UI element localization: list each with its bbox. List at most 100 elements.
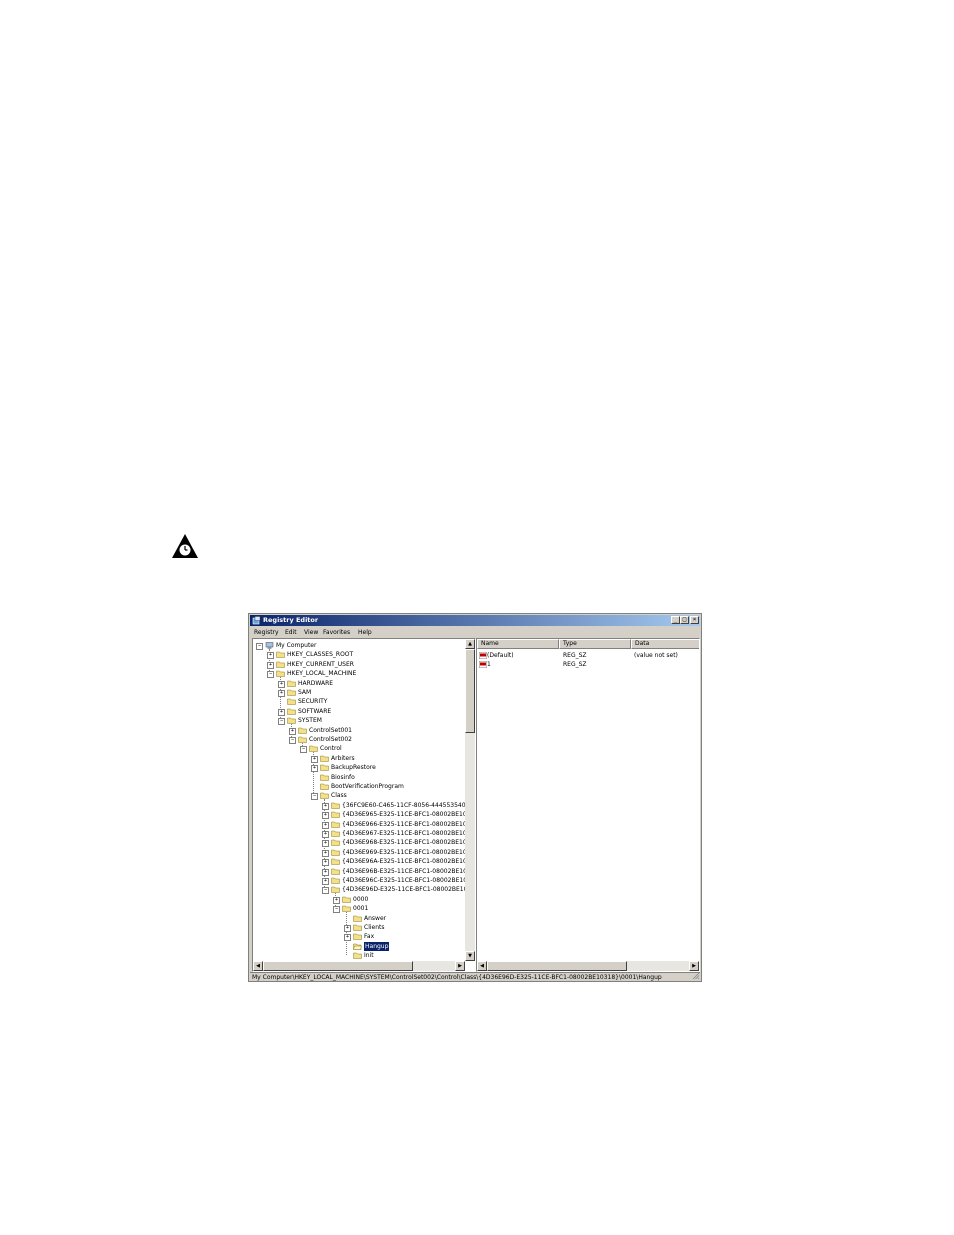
tree-horizontal-scrollbar[interactable]: ◀ ▶ — [253, 961, 465, 971]
scroll-down-button[interactable]: ▼ — [465, 951, 475, 961]
collapse-toggle[interactable]: − — [333, 906, 340, 914]
tree-node-label: {4D36E96D-E325-11CE-BFC1-08002BE10 — [342, 886, 468, 894]
tree-node-label: HKEY_CURRENT_USER — [287, 660, 354, 668]
tree-node-label: {4D36E965-E325-11CE-BFC1-08002BE10 — [342, 811, 467, 819]
expand-toggle[interactable]: + — [322, 840, 329, 848]
folder-icon — [331, 868, 340, 875]
tree-node-label: BootVerificationProgram — [331, 783, 404, 790]
menu-bar: Registry Edit View Favorites Help — [250, 627, 700, 637]
column-header-type[interactable]: Type — [559, 639, 631, 649]
folder-icon — [320, 774, 329, 781]
string-value-icon — [479, 652, 487, 659]
value-name: (Default) — [487, 652, 514, 659]
tree-node-label: Answer — [364, 914, 387, 922]
tree-vertical-scrollbar[interactable]: ▲ ▼ — [465, 639, 475, 961]
menu-help[interactable]: Help — [358, 629, 372, 636]
menu-edit[interactable]: Edit — [285, 629, 297, 636]
folder-icon — [353, 915, 362, 922]
tree-node-label: SAM — [298, 689, 312, 696]
menu-registry[interactable]: Registry — [254, 629, 279, 636]
collapse-toggle[interactable]: − — [278, 718, 285, 726]
tree-node-label: SECURITY — [298, 698, 328, 706]
status-path: My Computer\HKEY_LOCAL_MACHINE\SYSTEM\Co… — [252, 974, 662, 981]
collapse-toggle[interactable]: − — [289, 737, 296, 744]
expand-toggle[interactable]: + — [344, 934, 351, 942]
expand-toggle[interactable]: + — [311, 755, 318, 763]
values-list-pane[interactable]: Name Type Data (Default) REG_SZ (value n… — [476, 638, 700, 972]
expand-toggle[interactable]: + — [267, 661, 274, 669]
folder-icon — [353, 934, 362, 941]
title-bar[interactable]: Registry Editor _ □ × — [250, 615, 700, 626]
tree-node-label: {36FC9E60-C465-11CF-8056-444553540 — [342, 801, 466, 809]
expand-toggle[interactable]: + — [278, 690, 285, 697]
scroll-up-button[interactable]: ▲ — [465, 639, 475, 649]
value-row[interactable]: 1 REG_SZ — [477, 660, 699, 669]
resize-grip-icon[interactable] — [692, 972, 700, 980]
collapse-toggle[interactable]: − — [322, 887, 329, 895]
column-header-name[interactable]: Name — [477, 639, 559, 649]
expand-toggle[interactable]: + — [311, 765, 318, 773]
folder-icon — [287, 689, 296, 696]
tree-node-label: SYSTEM — [298, 717, 322, 725]
collapse-toggle[interactable]: − — [300, 746, 307, 754]
column-header-data[interactable]: Data — [631, 639, 699, 649]
expand-toggle[interactable]: + — [333, 896, 340, 904]
key-tree-pane[interactable]: − My Computer + HKEY_CLASSES_ROOT + HKEY_CURR… — [252, 638, 476, 972]
computer-icon — [265, 642, 274, 649]
folder-icon — [353, 952, 362, 959]
scroll-thumb-horizontal[interactable] — [263, 961, 413, 971]
list-horizontal-scrollbar[interactable]: ◀ ▶ — [477, 961, 699, 971]
tree-node-label: {4D36E96C-E325-11CE-BFC1-08002BE10 — [342, 877, 468, 884]
registry-editor-window: Registry Editor _ □ × Registry Edit View… — [248, 613, 702, 982]
tree-node-label: 0000 — [353, 895, 369, 903]
value-data: (value not set) — [634, 652, 678, 659]
menu-favorites[interactable]: Favorites — [323, 629, 350, 636]
expand-toggle[interactable]: + — [322, 831, 329, 838]
expand-toggle[interactable]: + — [322, 802, 329, 810]
tree-node-label: Control — [320, 745, 342, 753]
expand-toggle[interactable]: + — [322, 812, 329, 820]
scroll-right-button[interactable]: ▶ — [689, 961, 699, 971]
collapse-toggle[interactable]: − — [267, 671, 274, 679]
expand-toggle[interactable]: + — [322, 821, 329, 829]
open-folder-icon — [353, 943, 362, 950]
folder-icon — [331, 830, 340, 837]
tree-node-label: {4D36E969-E325-11CE-BFC1-08002BE10 — [342, 848, 467, 856]
tree-node-label: HKEY_LOCAL_MACHINE — [287, 670, 357, 678]
expand-toggle[interactable]: + — [322, 849, 329, 857]
menu-view[interactable]: View — [304, 629, 318, 636]
expand-toggle[interactable]: + — [322, 859, 329, 867]
expand-toggle[interactable]: + — [344, 925, 351, 932]
minimize-button[interactable]: _ — [671, 616, 680, 624]
scroll-right-button[interactable]: ▶ — [455, 961, 465, 971]
value-type: REG_SZ — [563, 652, 587, 659]
folder-icon — [331, 840, 340, 847]
expand-toggle[interactable]: + — [322, 878, 329, 885]
close-button[interactable]: × — [690, 616, 699, 624]
tree-node-label: Fax — [364, 933, 375, 941]
value-row[interactable]: (Default) REG_SZ (value not set) — [477, 651, 699, 660]
collapse-toggle[interactable]: − — [256, 643, 263, 650]
expand-toggle[interactable]: + — [322, 868, 329, 876]
value-type: REG_SZ — [563, 661, 587, 668]
tree-node-label: BackupRestore — [331, 764, 376, 772]
expand-toggle[interactable]: + — [289, 727, 296, 735]
window-title: Registry Editor — [263, 616, 319, 624]
folder-icon — [320, 755, 329, 762]
warning-clock-icon — [172, 534, 198, 558]
maximize-button[interactable]: □ — [680, 616, 689, 624]
expand-toggle[interactable]: + — [278, 680, 285, 688]
scroll-thumb-horizontal[interactable] — [487, 961, 627, 971]
folder-icon — [331, 802, 340, 809]
scroll-thumb[interactable] — [465, 649, 475, 733]
scroll-left-button[interactable]: ◀ — [253, 961, 263, 971]
expand-toggle[interactable]: + — [267, 652, 274, 660]
tree-node-label: Biosinfo — [331, 773, 355, 781]
folder-icon — [342, 905, 351, 912]
tree-node-label: 0001 — [353, 905, 369, 913]
scroll-left-button[interactable]: ◀ — [477, 961, 487, 971]
expand-toggle[interactable]: + — [278, 708, 285, 716]
folder-icon — [331, 821, 340, 828]
collapse-toggle[interactable]: − — [311, 793, 318, 801]
tree-node-label: Init — [364, 952, 374, 960]
